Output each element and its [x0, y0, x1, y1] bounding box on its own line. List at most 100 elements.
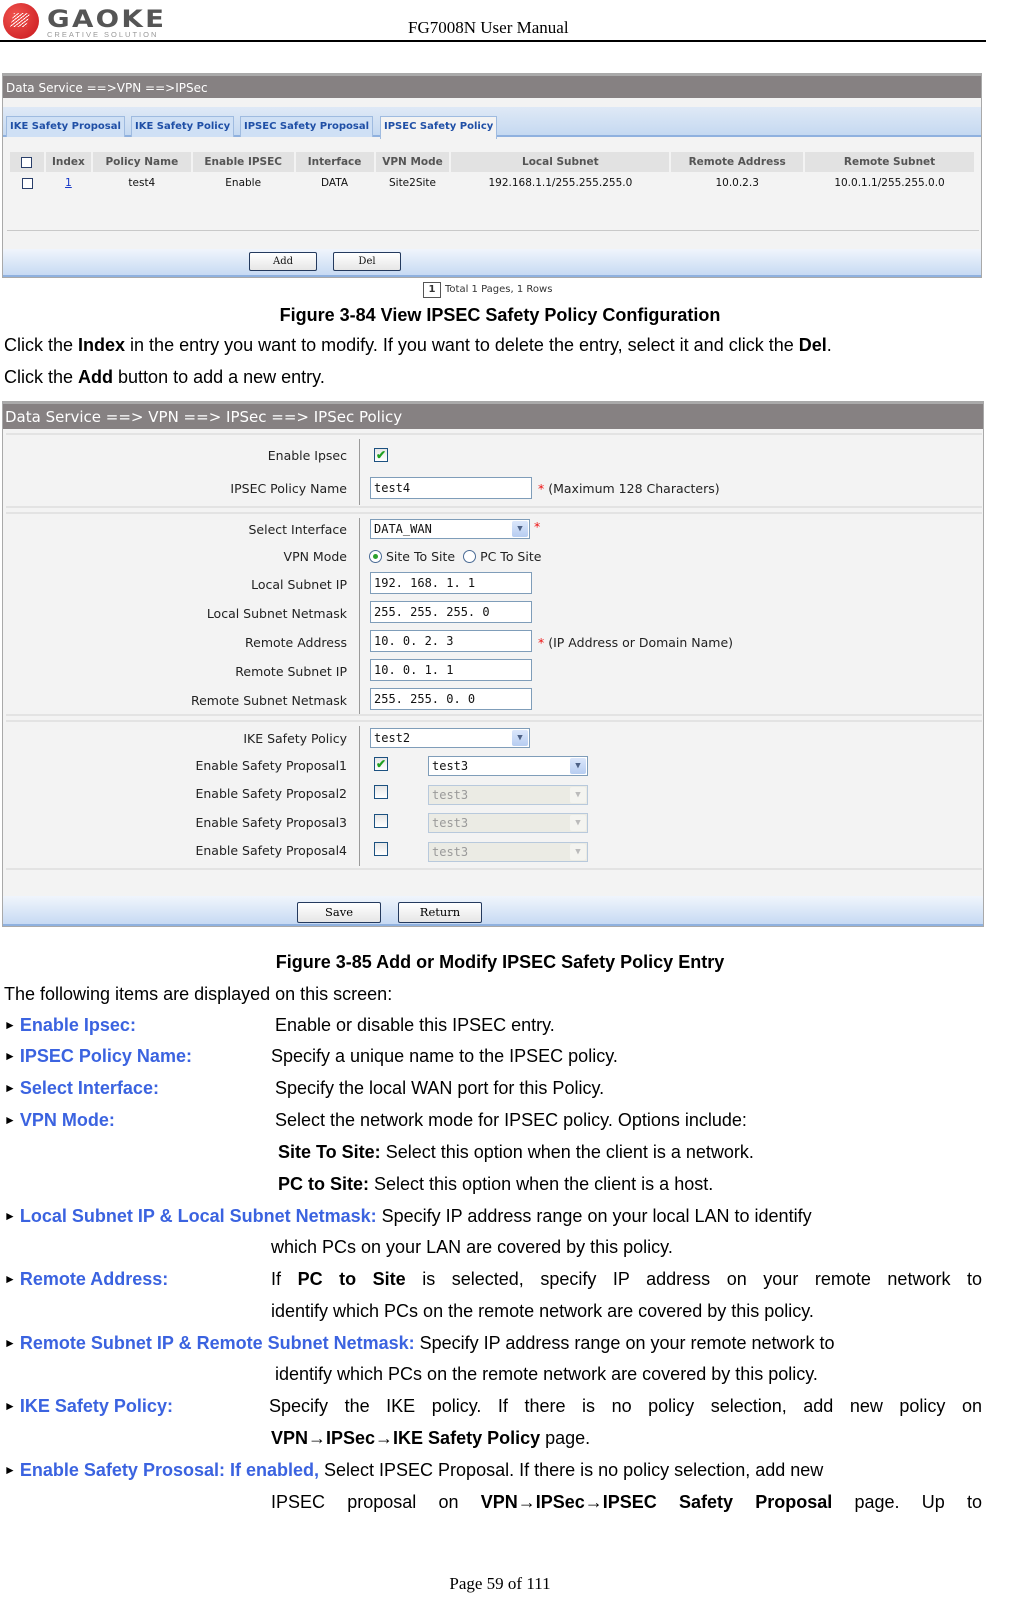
row-select-cell [10, 172, 45, 194]
proposal-2-label: Enable Safety Proposal2 [195, 786, 347, 801]
local-subnet-ip-input[interactable]: 192. 168. 1. 1 [370, 572, 532, 594]
column-header[interactable]: Remote Address [670, 152, 806, 172]
tab-ipsec-safety-proposal[interactable]: IPSEC Safety Proposal [240, 116, 374, 137]
save-button[interactable]: Save [297, 902, 381, 923]
required-mark: * [538, 481, 545, 496]
items-intro: The following items are displayed on thi… [4, 984, 393, 1004]
tab-ike-safety-policy[interactable]: IKE Safety Policy [131, 116, 235, 137]
index-link[interactable]: 1 [65, 177, 72, 189]
site-to-site-description: Site To Site: Select this option when th… [278, 1142, 754, 1163]
pc-to-site-radio[interactable] [463, 550, 477, 563]
select-interface-dropdown[interactable]: DATA_WAN ▼ [370, 519, 530, 539]
table-header-row: Index Policy Name Enable IPSEC Interface… [10, 152, 976, 172]
item-key: VPN Mode: [19, 1110, 115, 1130]
item-description: Enable or disable this IPSEC entry. [275, 1015, 555, 1035]
column-header[interactable]: Policy Name [91, 152, 193, 172]
policy-name-label: IPSEC Policy Name [230, 481, 347, 496]
item-description: Specify IP address range on your local L… [381, 1206, 812, 1226]
page-number-button[interactable]: 1 [423, 282, 441, 298]
enable-ipsec-checkbox[interactable]: ✔ [374, 448, 388, 462]
column-header[interactable]: Local Subnet [450, 152, 672, 172]
policy-table: Index Policy Name Enable IPSEC Interface… [10, 152, 976, 194]
del-button[interactable]: Del [333, 252, 401, 271]
hint-text: (Maximum 128 Characters) [548, 481, 720, 496]
proposal-4-checkbox[interactable] [374, 842, 388, 856]
divider [359, 518, 360, 714]
enable-ipsec-cell: Enable [225, 177, 262, 189]
item-description-cont: identify which PCs on the remote network… [271, 1301, 814, 1321]
chevron-down-icon: ▼ [570, 787, 586, 803]
proposal-2-checkbox[interactable] [374, 785, 388, 799]
ike-policy-dropdown[interactable]: test2 ▼ [370, 728, 530, 748]
chevron-down-icon: ▼ [570, 815, 586, 831]
policy-name-input[interactable]: test4 [370, 477, 532, 499]
selected-value: test3 [432, 759, 469, 773]
remote-subnet-ip-input[interactable]: 10. 0. 1. 1 [370, 659, 532, 681]
logo-tagline: CREATIVE SOLUTION [47, 30, 159, 39]
remote-address-cell: 10.0.2.3 [715, 177, 759, 189]
proposal-4-dropdown: test3 ▼ [428, 842, 588, 862]
text-run-bold: Del [798, 335, 827, 355]
bullet-icon: ► [4, 1399, 16, 1413]
row-checkbox[interactable] [21, 177, 33, 189]
proposal-1-dropdown[interactable]: test3 ▼ [428, 756, 588, 776]
desc-item-policy-name: ► IPSEC Policy Name: [4, 1046, 192, 1067]
instruction-line-1: Click the Index in the entry you want to… [4, 335, 832, 356]
item-key: Select Interface: [19, 1078, 159, 1098]
pagination-summary: Total 1 Pages, 1 Rows [445, 284, 553, 295]
radio-label: Site To Site [386, 549, 456, 564]
item-key: If enabled, [229, 1460, 319, 1480]
proposal-1-checkbox[interactable]: ✔ [374, 757, 388, 771]
breadcrumb: Data Service ==>VPN ==>IPSec [3, 74, 981, 98]
divider [359, 439, 360, 505]
item-description: Specify the IKE policy. If there is no p… [269, 1396, 982, 1416]
remote-subnet-netmask-input[interactable]: 255. 255. 0. 0 [370, 688, 532, 710]
desc-item-ike-policy: ► IKE Safety Policy: [4, 1396, 173, 1417]
button-bar: Save Return [3, 896, 983, 926]
bullet-icon: ► [4, 1049, 16, 1063]
button-bar: Add Del [3, 249, 981, 277]
site-to-site-radio[interactable] [369, 550, 382, 563]
document-title: FG7008N User Manual [408, 18, 569, 37]
tab-ipsec-safety-policy[interactable]: IPSEC Safety Policy [380, 116, 498, 139]
selected-value: test2 [374, 731, 411, 745]
desc-item-remote-subnet: ► Remote Subnet IP & Remote Subnet Netmas… [4, 1333, 835, 1354]
add-button[interactable]: Add [249, 252, 317, 271]
required-mark: * [538, 635, 545, 650]
column-header[interactable]: Index [44, 152, 93, 172]
column-header[interactable]: Enable IPSEC [191, 152, 296, 172]
bullet-icon: ► [4, 1113, 16, 1127]
selected-value: test3 [432, 816, 469, 830]
proposal-3-checkbox[interactable] [374, 814, 388, 828]
local-subnet-cell: 192.168.1.1/255.255.255.0 [488, 177, 633, 189]
remote-address-input[interactable]: 10. 0. 2. 3 [370, 630, 532, 652]
chevron-down-icon: ▼ [512, 521, 528, 537]
tab-ike-safety-proposal[interactable]: IKE Safety Proposal [6, 116, 125, 137]
desc-item-enable-proposal: ► Enable Safety Prososal: If enabled, Sel… [4, 1460, 823, 1481]
policy-table-container: Index Policy Name Enable IPSEC Interface… [10, 152, 976, 304]
desc-item-local-subnet: ► Local Subnet IP & Local Subnet Netmask:… [4, 1206, 812, 1227]
column-header[interactable]: Remote Subnet [804, 152, 976, 172]
text-run-bold: Site To Site: [278, 1142, 381, 1162]
instruction-line-2: Click the Add button to add a new entry. [4, 367, 325, 388]
column-header[interactable]: Interface [294, 152, 376, 172]
chevron-down-icon: ▼ [570, 844, 586, 860]
bullet-icon: ► [4, 1209, 16, 1223]
text-run: Click the [4, 367, 79, 387]
item-description-cont: IPSEC proposal on VPN→IPSec→IPSEC Safety… [271, 1492, 982, 1512]
return-button[interactable]: Return [398, 902, 482, 923]
interface-cell: DATA [321, 177, 349, 189]
local-subnet-netmask-input[interactable]: 255. 255. 255. 0 [370, 601, 532, 623]
proposal-3-dropdown: test3 ▼ [428, 813, 588, 833]
select-all-checkbox[interactable] [21, 156, 33, 168]
local-subnet-netmask-label: Local Subnet Netmask [206, 606, 347, 621]
text-run-bold: Add [78, 367, 114, 387]
bullet-icon: ► [4, 1463, 16, 1477]
remote-address-hint: * (IP Address or Domain Name) [538, 635, 733, 650]
item-key: Remote Address: [19, 1269, 169, 1289]
index-cell: 1 [45, 172, 92, 194]
item-description: Select IPSEC Proposal. If there is no po… [319, 1460, 824, 1480]
item-description-cont: identify which PCs on the remote network… [275, 1364, 818, 1384]
column-header[interactable]: VPN Mode [374, 152, 452, 172]
item-description: Specify the local WAN port for this Poli… [275, 1078, 605, 1098]
